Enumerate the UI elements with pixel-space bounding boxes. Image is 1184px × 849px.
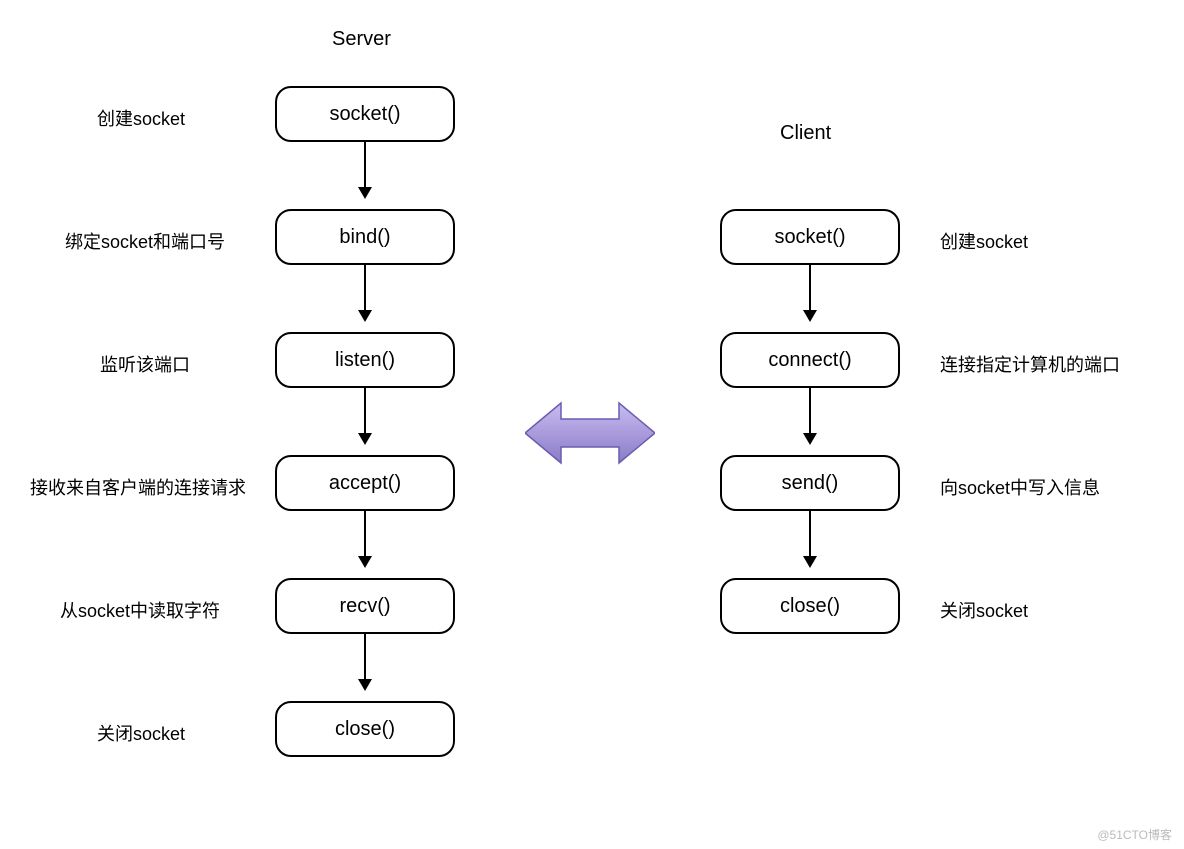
arrow-icon [809,388,811,443]
arrow-icon [364,142,366,197]
arrow-icon [364,265,366,320]
arrow-icon [364,634,366,689]
server-desc-close: 关闭socket [97,720,185,746]
server-node-bind: bind() [275,209,455,265]
client-desc-connect: 连接指定计算机的端口 [940,351,1120,377]
server-node-label: listen() [335,349,395,372]
server-node-label: close() [335,718,395,741]
arrow-icon [809,265,811,320]
watermark: @51CTO博客 [1097,826,1172,843]
server-node-close: close() [275,701,455,757]
client-node-label: socket() [774,226,845,249]
server-node-label: recv() [339,595,390,618]
client-node-connect: connect() [720,332,900,388]
client-desc-send: 向socket中写入信息 [940,474,1100,500]
server-node-label: accept() [329,472,401,495]
arrow-icon [809,511,811,566]
server-node-label: socket() [329,103,400,126]
client-title: Client [780,122,831,145]
client-node-socket: socket() [720,209,900,265]
server-node-recv: recv() [275,578,455,634]
client-node-close: close() [720,578,900,634]
client-desc-close: 关闭socket [940,597,1028,623]
server-node-socket: socket() [275,86,455,142]
client-node-label: close() [780,595,840,618]
server-desc-bind: 绑定socket和端口号 [65,228,225,254]
server-node-accept: accept() [275,455,455,511]
client-desc-socket: 创建socket [940,228,1028,254]
client-node-label: connect() [768,349,851,372]
server-desc-accept: 接收来自客户端的连接请求 [30,474,246,500]
arrow-icon [364,388,366,443]
client-node-send: send() [720,455,900,511]
server-desc-listen: 监听该端口 [100,351,190,377]
server-title: Server [332,28,391,51]
server-desc-socket: 创建socket [97,105,185,131]
bidirectional-arrow-icon [525,401,655,465]
server-desc-recv: 从socket中读取字符 [60,597,220,623]
server-node-label: bind() [339,226,390,249]
client-node-label: send() [782,472,839,495]
arrow-icon [364,511,366,566]
server-node-listen: listen() [275,332,455,388]
